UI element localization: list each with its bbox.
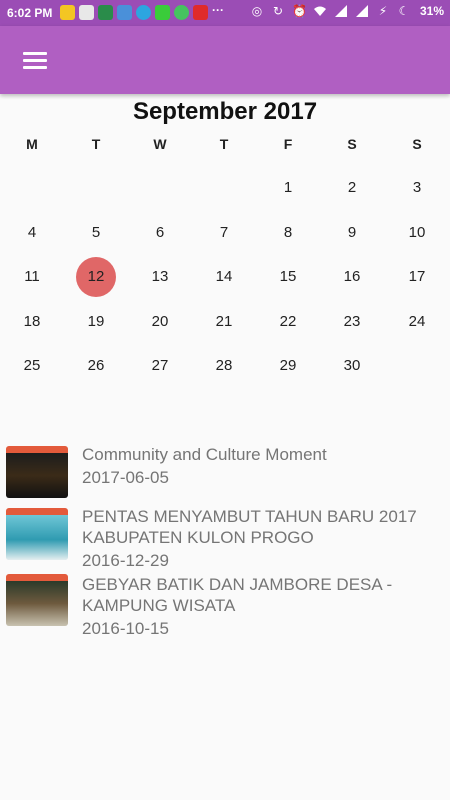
youtube-icon — [193, 5, 208, 20]
calendar-day[interactable]: 11 — [12, 257, 52, 297]
event-item[interactable]: PENTAS MENYAMBUT TAHUN BARU 2017 KABUPAT… — [0, 504, 450, 570]
battery-percentage: 31% — [419, 4, 444, 18]
calendar-day[interactable]: 3 — [397, 168, 437, 208]
calendar-day[interactable]: 24 — [397, 302, 437, 342]
calendar-day[interactable]: 20 — [140, 302, 180, 342]
calendar-month-title: September 2017 — [132, 98, 318, 125]
calendar-day[interactable]: 15 — [268, 257, 308, 297]
calendar-day[interactable]: 19 — [76, 302, 116, 342]
event-date: 2016-12-29 — [82, 551, 169, 570]
event-thumbnail — [6, 446, 68, 498]
app-icon — [79, 5, 94, 20]
calendar-day[interactable]: 2 — [332, 168, 372, 208]
calendar-day[interactable]: 7 — [204, 213, 244, 253]
do-not-disturb-icon: ☾ — [398, 4, 410, 18]
more-icon: ··· — [212, 3, 224, 17]
event-thumbnail — [6, 508, 68, 560]
hamburger-menu-icon[interactable] — [18, 48, 52, 72]
calendar-grid: 1 2 3 4 5 6 7 8 9 10 11 12 13 14 15 16 17 18 19 20 21 22 23 24 2… — [0, 168, 450, 393]
calendar-day[interactable]: 9 — [332, 213, 372, 253]
calendar-day[interactable]: 8 — [268, 213, 308, 253]
calendar-day[interactable]: 26 — [76, 346, 116, 386]
chat-icon — [174, 5, 189, 20]
calendar-day[interactable]: 29 — [268, 346, 308, 386]
clock: 6:02 PM — [7, 6, 53, 20]
alarm-icon: ⏰ — [291, 4, 307, 18]
calendar-day[interactable]: 27 — [140, 346, 180, 386]
signal-icon — [334, 4, 348, 18]
weekday-label: T — [219, 136, 229, 152]
calendar-day-selected[interactable]: 12 — [76, 257, 116, 297]
weekday-label: F — [283, 136, 293, 152]
line-icon — [155, 5, 170, 20]
calendar-day[interactable]: 1 — [268, 168, 308, 208]
weekday-label: S — [347, 136, 357, 152]
calendar-day[interactable]: 13 — [140, 257, 180, 297]
charging-icon: ⚡ — [378, 4, 388, 18]
calendar-day[interactable]: 23 — [332, 302, 372, 342]
calendar-day[interactable]: 28 — [204, 346, 244, 386]
weekday-label: W — [153, 136, 167, 152]
signal-icon — [355, 4, 369, 18]
hotspot-icon: ◎ — [251, 4, 263, 18]
calendar-day[interactable]: 14 — [204, 257, 244, 297]
event-title: GEBYAR BATIK DAN JAMBORE DESA - KAMPUNG … — [82, 575, 393, 615]
event-date: 2017-06-05 — [82, 468, 169, 487]
weekday-label: S — [412, 136, 422, 152]
wifi-icon — [313, 4, 327, 18]
event-thumbnail — [6, 574, 68, 626]
sync-icon: ↻ — [272, 4, 283, 18]
notification-icons: ··· — [60, 3, 227, 20]
weekday-label: T — [91, 136, 101, 152]
app-icon — [98, 5, 113, 20]
calendar-day[interactable]: 21 — [204, 302, 244, 342]
app-icon — [60, 5, 75, 20]
calendar-day[interactable]: 16 — [332, 257, 372, 297]
event-title: Community and Culture Moment — [82, 445, 327, 464]
app-icon — [117, 5, 132, 20]
event-date: 2016-10-15 — [82, 619, 169, 638]
calendar-day[interactable]: 5 — [76, 213, 116, 253]
calendar-day[interactable]: 4 — [12, 213, 52, 253]
calendar-day[interactable]: 22 — [268, 302, 308, 342]
event-title: PENTAS MENYAMBUT TAHUN BARU 2017 KABUPAT… — [82, 507, 417, 547]
calendar-day[interactable]: 18 — [12, 302, 52, 342]
calendar-day[interactable]: 25 — [12, 346, 52, 386]
telegram-icon — [136, 5, 151, 20]
calendar-day[interactable]: 10 — [397, 213, 437, 253]
calendar-day[interactable]: 17 — [397, 257, 437, 297]
weekday-label: M — [26, 136, 38, 152]
app-bar — [0, 26, 450, 94]
calendar-day[interactable]: 30 — [332, 346, 372, 386]
calendar-day[interactable]: 6 — [140, 213, 180, 253]
status-bar: 6:02 PM ··· ◎ ↻ ⏰ ⚡ ☾ 31% — [0, 0, 450, 26]
system-icons: ◎ ↻ ⏰ ⚡ ☾ 31% — [250, 4, 444, 18]
weekday-header: MTWTFSS — [0, 136, 450, 156]
event-item[interactable]: Community and Culture Moment 2017-06-05 — [0, 440, 450, 500]
event-item[interactable]: GEBYAR BATIK DAN JAMBORE DESA - KAMPUNG … — [0, 572, 450, 638]
